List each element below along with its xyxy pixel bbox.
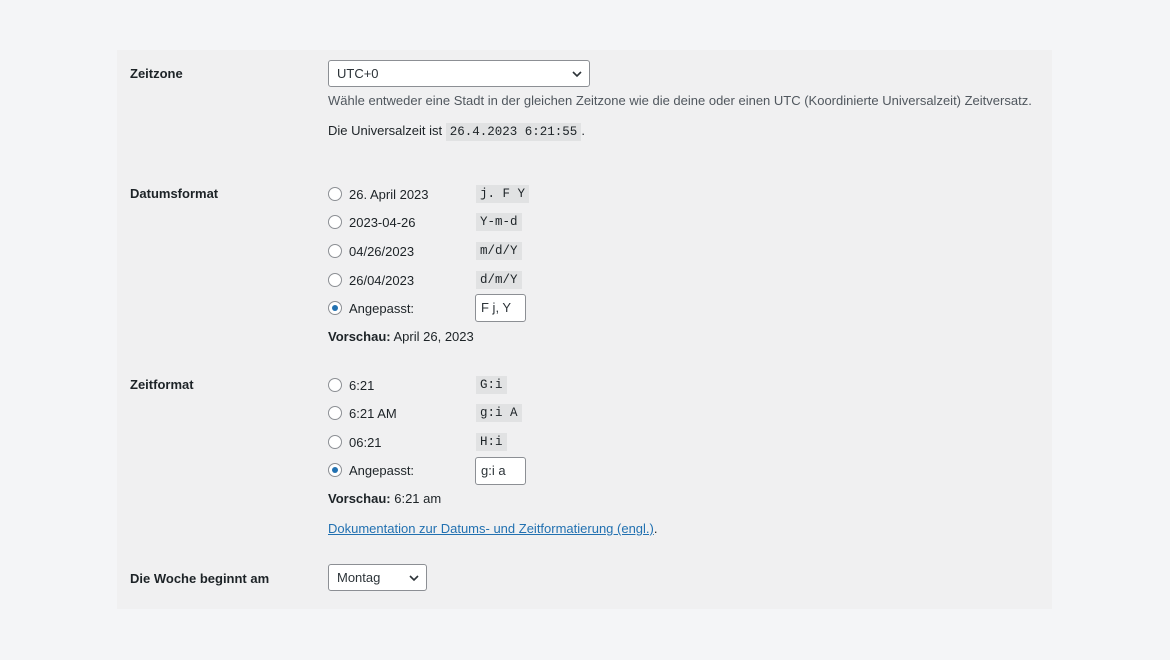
time-preview-label: Vorschau: bbox=[328, 491, 391, 506]
time-format-radio-1[interactable] bbox=[328, 378, 342, 392]
universal-time-prefix: Die Universalzeit ist bbox=[328, 123, 443, 138]
time-format-radio-custom[interactable] bbox=[328, 463, 342, 477]
date-format-code: d/m/Y bbox=[476, 271, 522, 289]
date-format-radio-3[interactable] bbox=[328, 244, 342, 258]
date-format-radio-2[interactable] bbox=[328, 215, 342, 229]
time-format-radio-3[interactable] bbox=[328, 435, 342, 449]
time-format-code: g:i A bbox=[476, 404, 522, 422]
time-format-preview: Vorschau: 6:21 am bbox=[328, 491, 441, 506]
time-format-custom-input[interactable]: g:i a bbox=[475, 457, 526, 485]
time-format-option-label[interactable]: 06:21 bbox=[349, 435, 382, 450]
week-start-select[interactable]: Montag bbox=[328, 564, 427, 591]
date-format-code: Y-m-d bbox=[476, 213, 522, 231]
date-format-option-label[interactable]: 26. April 2023 bbox=[349, 187, 429, 202]
time-format-custom-label[interactable]: Angepasst: bbox=[349, 463, 414, 478]
time-preview-value: 6:21 am bbox=[394, 491, 442, 506]
date-preview-label: Vorschau: bbox=[328, 329, 391, 344]
time-format-radio-2[interactable] bbox=[328, 406, 342, 420]
date-format-option-label[interactable]: 04/26/2023 bbox=[349, 244, 414, 259]
timezone-select[interactable]: UTC+0 bbox=[328, 60, 590, 87]
universal-time-line: Die Universalzeit ist 26.4.2023 6:21:55. bbox=[328, 123, 585, 141]
chevron-down-icon bbox=[572, 71, 582, 78]
timezone-selected-value: UTC+0 bbox=[337, 66, 379, 81]
date-format-code: j. F Y bbox=[476, 185, 530, 203]
timezone-label: Zeitzone bbox=[130, 66, 183, 81]
date-format-preview: Vorschau: April 26, 2023 bbox=[328, 329, 474, 344]
time-format-option-label[interactable]: 6:21 AM bbox=[349, 406, 397, 421]
time-format-option-label[interactable]: 6:21 bbox=[349, 378, 374, 393]
settings-panel: Zeitzone UTC+0 Wähle entweder eine Stadt… bbox=[117, 50, 1052, 609]
time-format-code: H:i bbox=[476, 433, 507, 451]
universal-time-value: 26.4.2023 6:21:55 bbox=[445, 123, 582, 141]
week-start-selected-value: Montag bbox=[337, 570, 381, 585]
date-format-code: m/d/Y bbox=[476, 242, 522, 260]
time-format-label: Zeitformat bbox=[130, 377, 194, 392]
date-format-radio-1[interactable] bbox=[328, 187, 342, 201]
date-format-radio-custom[interactable] bbox=[328, 301, 342, 315]
doc-link[interactable]: Dokumentation zur Datums- und Zeitformat… bbox=[328, 521, 654, 536]
time-format-code: G:i bbox=[476, 376, 507, 394]
date-format-option-label[interactable]: 26/04/2023 bbox=[349, 273, 414, 288]
timezone-description: Wähle entweder eine Stadt in der gleiche… bbox=[328, 93, 1032, 108]
doc-link-suffix: . bbox=[653, 521, 658, 536]
date-format-radio-4[interactable] bbox=[328, 273, 342, 287]
doc-link-line: Dokumentation zur Datums- und Zeitformat… bbox=[328, 521, 658, 536]
date-preview-value: April 26, 2023 bbox=[393, 329, 474, 344]
week-start-label: Die Woche beginnt am bbox=[130, 571, 270, 586]
date-format-label: Datumsformat bbox=[130, 186, 219, 201]
chevron-down-icon bbox=[409, 575, 419, 582]
date-format-custom-input[interactable]: F j, Y bbox=[475, 294, 526, 322]
universal-time-suffix: . bbox=[581, 123, 585, 138]
date-format-custom-label[interactable]: Angepasst: bbox=[349, 301, 414, 316]
date-format-option-label[interactable]: 2023-04-26 bbox=[349, 215, 416, 230]
